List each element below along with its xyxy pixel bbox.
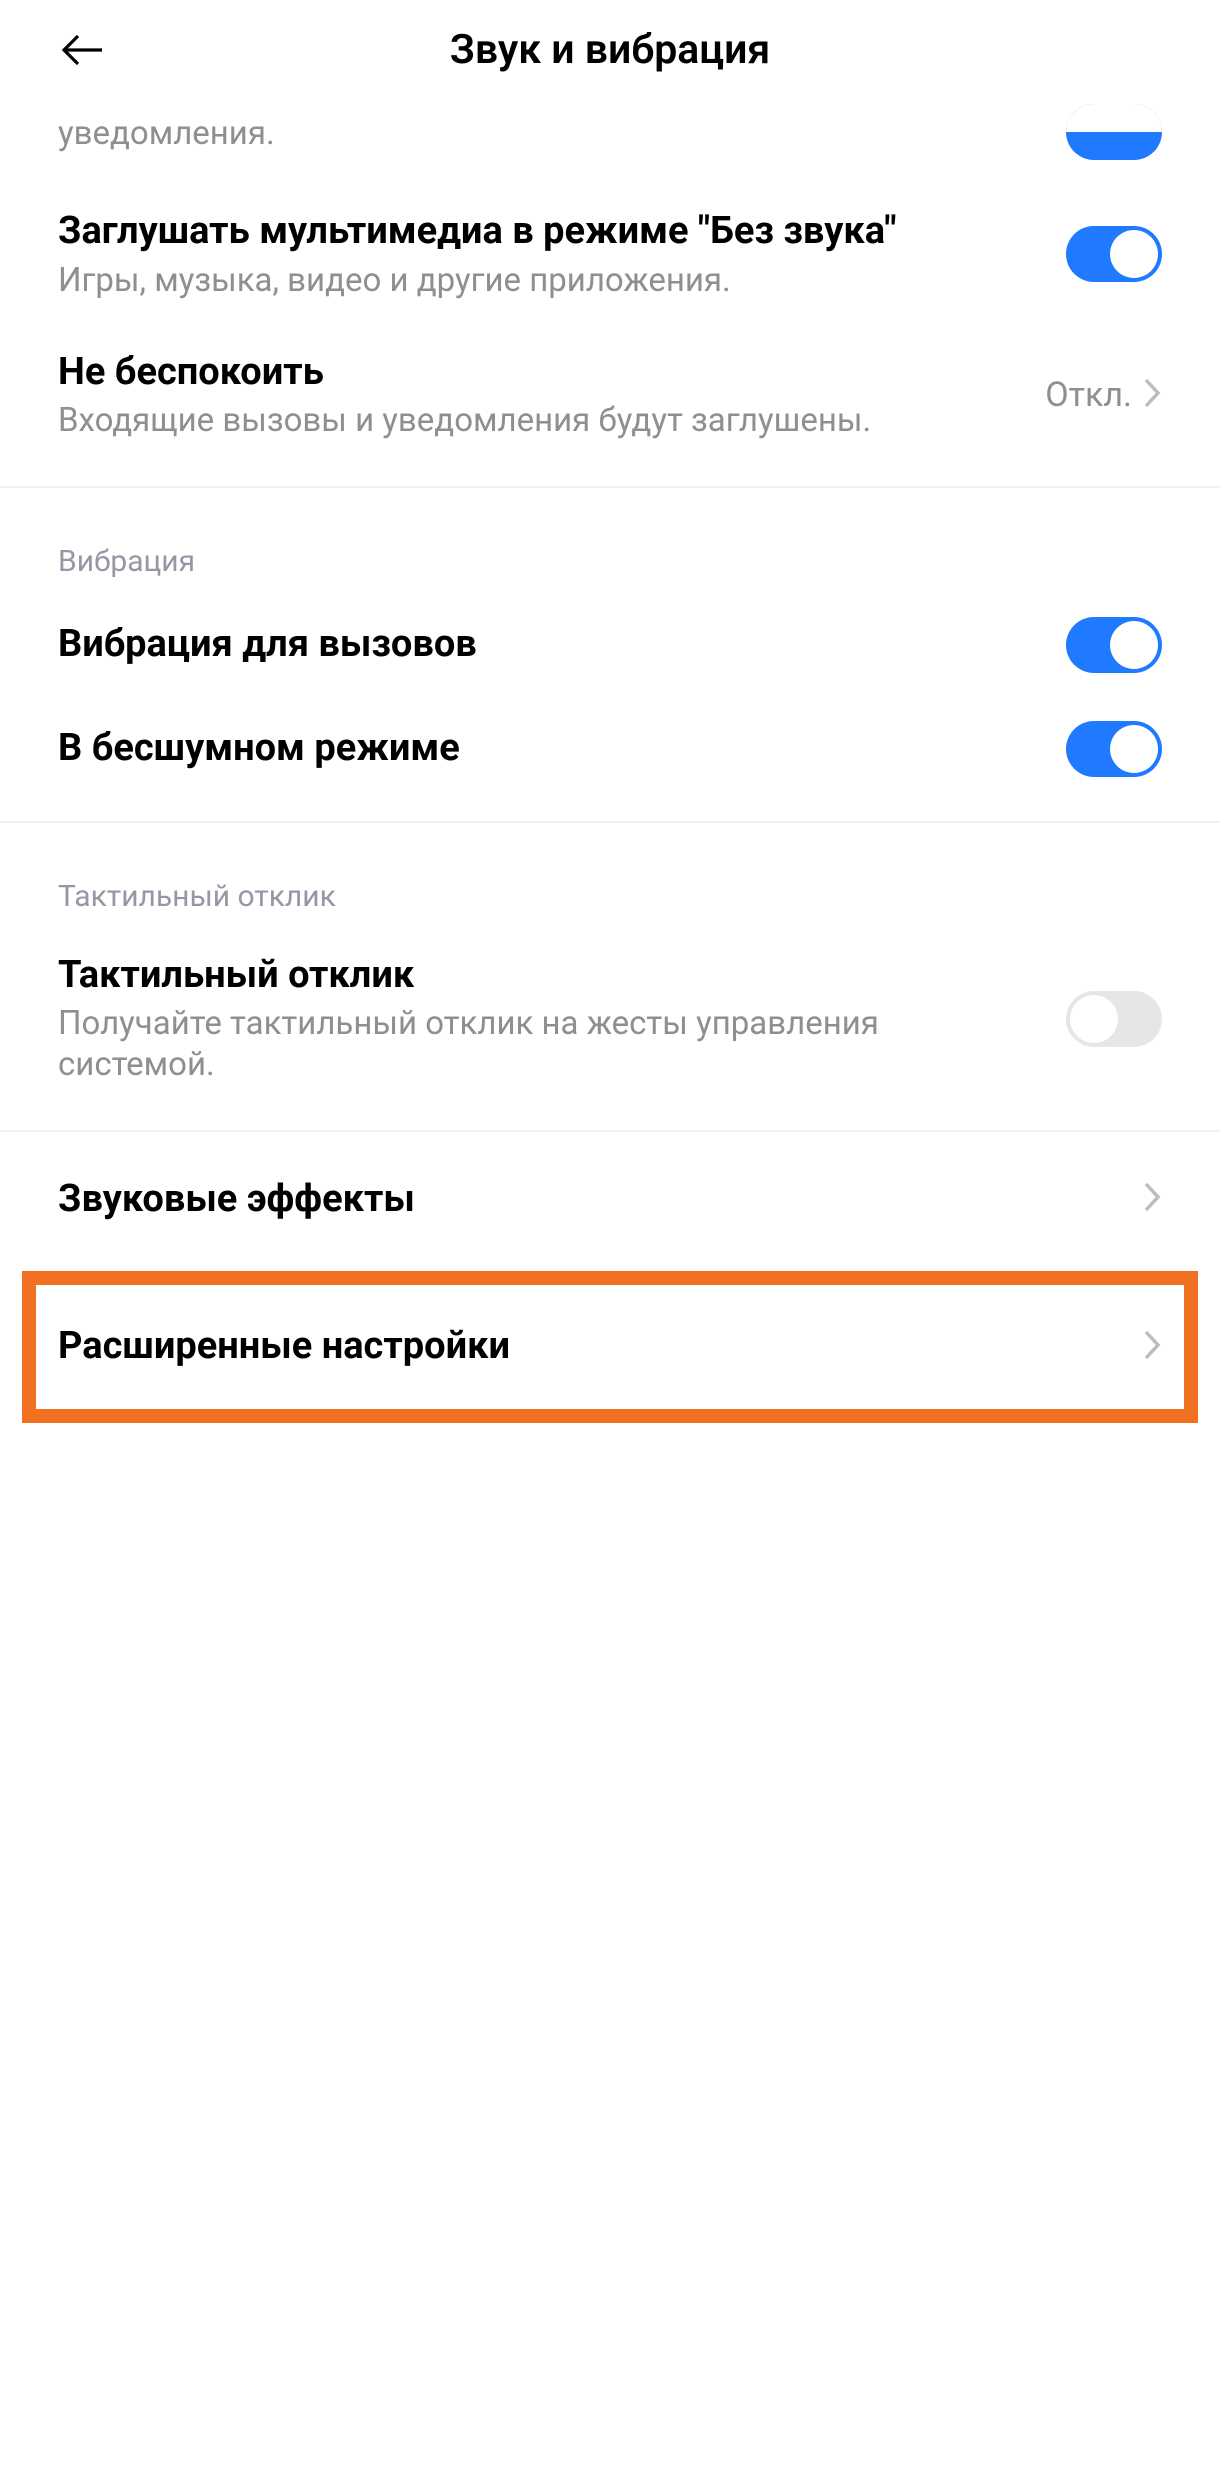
toggle-vibrate-calls[interactable]: [1066, 617, 1162, 673]
page-title: Звук и вибрация: [450, 26, 771, 74]
divider: [0, 486, 1220, 488]
setting-partial-notifications[interactable]: уведомления.: [58, 100, 1162, 184]
divider: [0, 1130, 1220, 1132]
toggle-mute-media[interactable]: [1066, 226, 1162, 282]
dnd-sub: Входящие вызовы и уведомления будут загл…: [58, 400, 1015, 441]
section-vibration-label: Вибрация: [58, 508, 1162, 593]
advanced-title: Расширенные настройки: [58, 1323, 1112, 1371]
dnd-value: Откл.: [1045, 375, 1132, 415]
chevron-right-icon: [1142, 376, 1162, 414]
highlight-advanced-settings: Расширенные настройки: [22, 1271, 1198, 1423]
header: Звук и вибрация: [0, 0, 1220, 100]
haptic-sub: Получайте тактильный отклик на жесты упр…: [58, 1003, 1036, 1086]
partial-subtitle: уведомления.: [58, 113, 1036, 154]
setting-mute-media[interactable]: Заглушать мультимедиа в режиме "Без звук…: [58, 184, 1162, 325]
setting-vibrate-calls[interactable]: Вибрация для вызовов: [58, 593, 1162, 697]
arrow-left-icon: [60, 32, 106, 68]
setting-haptic[interactable]: Тактильный отклик Получайте тактильный о…: [58, 928, 1162, 1110]
setting-sound-effects[interactable]: Звуковые эффекты: [58, 1152, 1162, 1248]
mute-media-title: Заглушать мультимедиа в режиме "Без звук…: [58, 208, 1036, 256]
haptic-title: Тактильный отклик: [58, 952, 1036, 1000]
toggle-partial[interactable]: [1066, 104, 1162, 160]
setting-vibrate-silent[interactable]: В бесшумном режиме: [58, 697, 1162, 801]
vibrate-calls-title: Вибрация для вызовов: [58, 621, 1036, 669]
setting-dnd[interactable]: Не беспокоить Входящие вызовы и уведомле…: [58, 325, 1162, 466]
mute-media-sub: Игры, музыка, видео и другие приложения.: [58, 260, 1036, 301]
toggle-haptic[interactable]: [1066, 991, 1162, 1047]
setting-advanced[interactable]: Расширенные настройки: [58, 1307, 1162, 1387]
divider: [0, 821, 1220, 823]
dnd-title: Не беспокоить: [58, 349, 1015, 397]
sound-effects-title: Звуковые эффекты: [58, 1176, 1112, 1224]
vibrate-silent-title: В бесшумном режиме: [58, 725, 1036, 773]
chevron-right-icon: [1142, 1180, 1162, 1218]
toggle-vibrate-silent[interactable]: [1066, 721, 1162, 777]
chevron-right-icon: [1142, 1328, 1162, 1366]
section-haptic-label: Тактильный отклик: [58, 843, 1162, 928]
back-button[interactable]: [58, 30, 108, 70]
